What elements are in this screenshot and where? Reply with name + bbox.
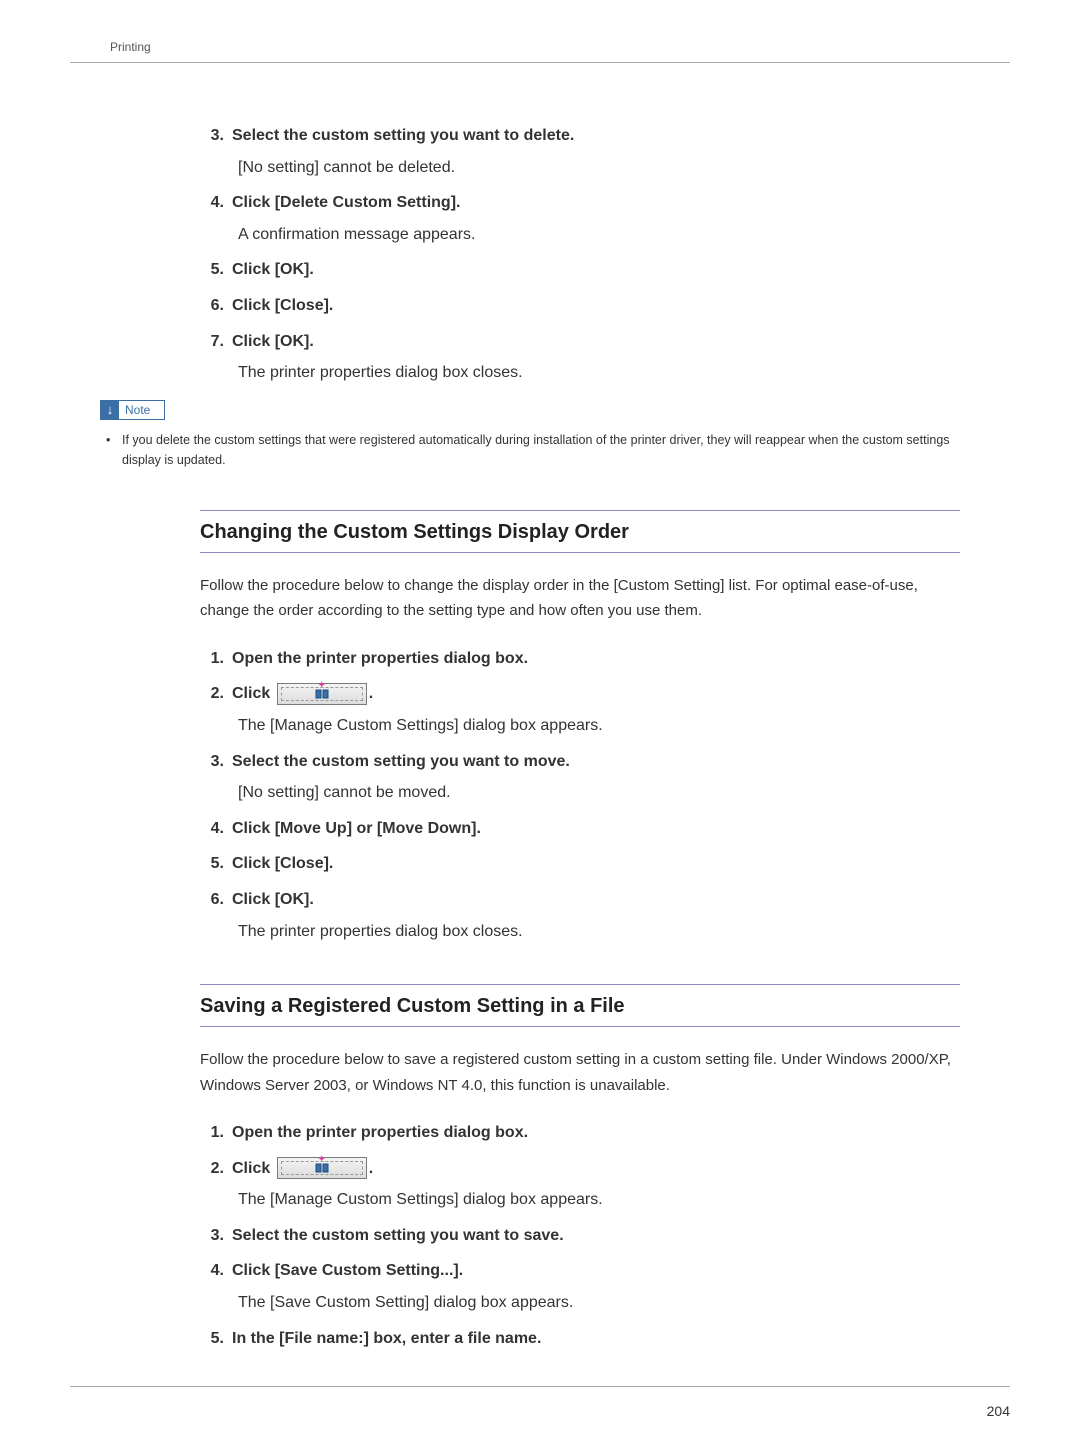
note-block: ↓ Note If you delete the custom settings… xyxy=(100,400,960,470)
step-item: 3. Select the custom setting you want to … xyxy=(200,1223,960,1249)
section-heading: Saving a Registered Custom Setting in a … xyxy=(200,984,960,1027)
page-root: Printing 3. Select the custom setting you… xyxy=(0,0,1080,1437)
step-text: Click [Close]. xyxy=(232,297,333,314)
top-steps: 3. Select the custom setting you want to … xyxy=(200,123,960,386)
section-intro: Follow the procedure below to change the… xyxy=(200,573,960,624)
step-detail: [No setting] cannot be deleted. xyxy=(238,155,960,181)
step-number: 2. xyxy=(200,681,224,707)
step-item: 6. Click [Close]. xyxy=(200,293,960,319)
step-text-post: . xyxy=(369,685,373,702)
step-number: 5. xyxy=(200,851,224,877)
step-item: 2. Click ✦. The [Manage Custom Settings] … xyxy=(200,1156,960,1213)
step-text: In the [File name:] box, enter a file na… xyxy=(232,1330,541,1347)
step-text: Click [Delete Custom Setting]. xyxy=(232,194,460,211)
step-item: 3. Select the custom setting you want to … xyxy=(200,749,960,806)
step-text: Click [Save Custom Setting...]. xyxy=(232,1262,463,1279)
step-number: 3. xyxy=(200,123,224,149)
step-number: 4. xyxy=(200,190,224,216)
step-detail: The printer properties dialog box closes… xyxy=(238,360,960,386)
step-text: Select the custom setting you want to mo… xyxy=(232,753,570,770)
step-item: 5. In the [File name:] box, enter a file … xyxy=(200,1326,960,1352)
note-tag: ↓ Note xyxy=(100,400,165,420)
step-detail: A confirmation message appears. xyxy=(238,222,960,248)
step-text: Select the custom setting you want to de… xyxy=(232,127,574,144)
section1-steps: 1. Open the printer properties dialog box… xyxy=(200,646,960,944)
step-number: 5. xyxy=(200,257,224,283)
step-text: Click [OK]. xyxy=(232,261,314,278)
note-bullet: If you delete the custom settings that w… xyxy=(100,430,960,470)
page-number: 204 xyxy=(987,1403,1010,1419)
step-item: 5. Click [OK]. xyxy=(200,257,960,283)
manage-settings-button-icon: ✦ xyxy=(277,1157,367,1179)
step-item: 3. Select the custom setting you want to … xyxy=(200,123,960,180)
step-text: Click [Close]. xyxy=(232,855,333,872)
step-text-pre: Click xyxy=(232,685,275,702)
step-detail: The [Manage Custom Settings] dialog box … xyxy=(238,1187,960,1213)
step-number: 1. xyxy=(200,646,224,672)
page-header: Printing xyxy=(70,40,1010,63)
note-label: Note xyxy=(119,403,164,417)
bottom-rule xyxy=(70,1386,1010,1387)
step-number: 3. xyxy=(200,749,224,775)
section-intro: Follow the procedure below to save a reg… xyxy=(200,1047,960,1098)
step-number: 4. xyxy=(200,1258,224,1284)
section-heading: Changing the Custom Settings Display Ord… xyxy=(200,510,960,553)
step-item: 4. Click [Move Up] or [Move Down]. xyxy=(200,816,960,842)
step-number: 6. xyxy=(200,887,224,913)
step-item: 1. Open the printer properties dialog box… xyxy=(200,1120,960,1146)
step-item: 1. Open the printer properties dialog box… xyxy=(200,646,960,672)
step-item: 7. Click [OK]. The printer properties dia… xyxy=(200,329,960,386)
section2-steps: 1. Open the printer properties dialog box… xyxy=(200,1120,960,1351)
step-number: 3. xyxy=(200,1223,224,1249)
step-number: 4. xyxy=(200,816,224,842)
step-detail: The [Manage Custom Settings] dialog box … xyxy=(238,713,960,739)
step-detail: The printer properties dialog box closes… xyxy=(238,919,960,945)
step-number: 2. xyxy=(200,1156,224,1182)
step-text: Click [OK]. xyxy=(232,333,314,350)
step-number: 5. xyxy=(200,1326,224,1352)
section-saving-file: Saving a Registered Custom Setting in a … xyxy=(200,984,960,1351)
header-section-title: Printing xyxy=(70,40,1010,54)
step-text: Open the printer properties dialog box. xyxy=(232,1124,528,1141)
step-item: 2. Click ✦. The [Manage Custom Settings] … xyxy=(200,681,960,738)
step-number: 6. xyxy=(200,293,224,319)
manage-settings-button-icon: ✦ xyxy=(277,683,367,705)
step-item: 6. Click [OK]. The printer properties dia… xyxy=(200,887,960,944)
main-content: 3. Select the custom setting you want to … xyxy=(200,123,960,1351)
step-text: Click [Move Up] or [Move Down]. xyxy=(232,820,481,837)
step-text: Select the custom setting you want to sa… xyxy=(232,1227,564,1244)
section-changing-order: Changing the Custom Settings Display Ord… xyxy=(200,510,960,944)
step-text-pre: Click xyxy=(232,1160,275,1177)
step-item: 4. Click [Save Custom Setting...]. The [S… xyxy=(200,1258,960,1315)
step-text-post: . xyxy=(369,1160,373,1177)
arrow-down-icon: ↓ xyxy=(101,401,119,419)
step-item: 5. Click [Close]. xyxy=(200,851,960,877)
step-number: 7. xyxy=(200,329,224,355)
step-item: 4. Click [Delete Custom Setting]. A confi… xyxy=(200,190,960,247)
step-number: 1. xyxy=(200,1120,224,1146)
step-detail: [No setting] cannot be moved. xyxy=(238,780,960,806)
step-text: Click [OK]. xyxy=(232,891,314,908)
step-text: Open the printer properties dialog box. xyxy=(232,650,528,667)
step-detail: The [Save Custom Setting] dialog box app… xyxy=(238,1290,960,1316)
